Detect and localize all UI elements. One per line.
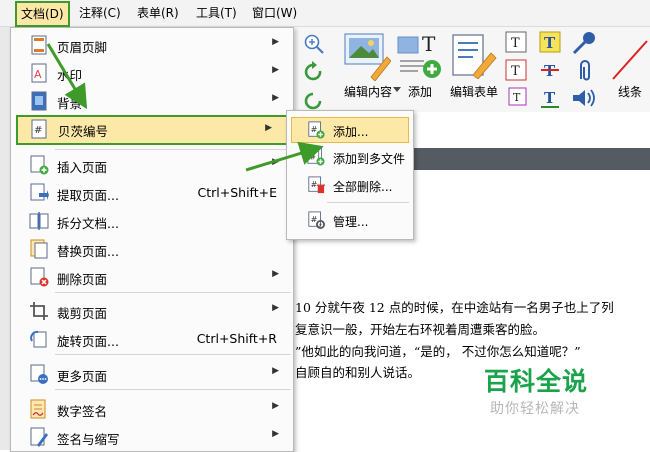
arrow-to-add xyxy=(245,141,324,172)
arrow-to-bates xyxy=(46,43,88,110)
callout-arrows xyxy=(46,43,324,172)
